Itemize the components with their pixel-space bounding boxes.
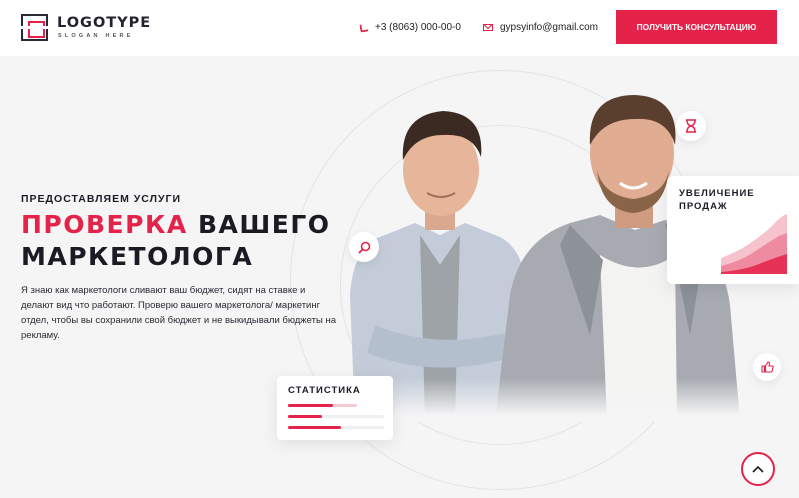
statistics-card-title: СТАТИСТИКА [288, 385, 361, 396]
site-header: LOGOTYPE SLOGAN HERE +3 (8063) 000-00-0 … [0, 0, 799, 56]
search-badge [349, 232, 379, 262]
thumbs-up-icon [760, 361, 774, 373]
mail-icon [483, 24, 493, 31]
header-email[interactable]: gypsyinfo@gmail.com [483, 22, 598, 33]
image-fade [345, 378, 745, 422]
hourglass-icon [686, 119, 696, 133]
hero-title: ПРОВЕРКА ВАШЕГО МАРКЕТОЛОГА [21, 209, 351, 273]
stat-bar-2-fill [288, 415, 322, 418]
logo-name[interactable]: LOGOTYPE [57, 15, 151, 31]
sales-growth-graph [721, 214, 787, 274]
hero-description: Я знаю как маркетологи сливают ваш бюдже… [21, 285, 336, 341]
phone-number[interactable]: +3 (8063) 000-00-0 [375, 22, 461, 33]
phone-icon [359, 22, 369, 33]
get-consultation-button[interactable]: ПОЛУЧИТЬ КОНСУЛЬТАЦИЮ [616, 10, 777, 44]
email-address[interactable]: gypsyinfo@gmail.com [500, 22, 598, 33]
chevron-up-icon [752, 465, 764, 473]
header-phone[interactable]: +3 (8063) 000-00-0 [359, 22, 461, 33]
logo-icon[interactable] [17, 14, 53, 41]
stat-bar-2 [288, 415, 384, 418]
hero-title-part-2: МАРКЕТОЛОГА [21, 242, 254, 271]
statistics-card: СТАТИСТИКА [277, 376, 393, 440]
hero-title-part-1: ВАШЕГО [187, 210, 331, 239]
logo-slogan: SLOGAN HERE [58, 33, 134, 39]
stat-bar-1 [288, 404, 357, 407]
stat-bar-3-fill [288, 426, 341, 429]
hero-eyebrow: ПРЕДОСТАВЛЯЕМ УСЛУГИ [21, 193, 182, 205]
stat-bar-1-fill [288, 404, 333, 407]
hero-title-accent: ПРОВЕРКА [21, 210, 188, 239]
hourglass-badge [676, 111, 706, 141]
search-icon [357, 241, 370, 254]
sales-growth-card: УВЕЛИЧЕНИЕ ПРОДАЖ [667, 176, 799, 284]
scroll-to-top-button[interactable] [741, 452, 775, 486]
like-badge [753, 353, 781, 381]
stat-bar-3 [288, 426, 384, 429]
